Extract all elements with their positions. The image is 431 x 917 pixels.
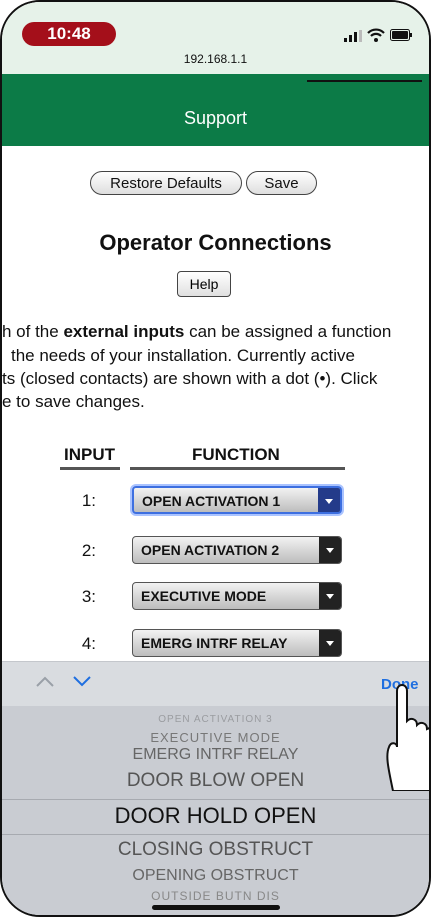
header-bar: Support [2,74,429,146]
signal-icon [344,30,362,42]
url-bar[interactable]: 192.168.1.1 [2,52,429,66]
home-indicator[interactable] [152,905,280,910]
input-number: 2: [81,541,96,560]
pointer-hand-icon [386,684,429,791]
dropdown-arrow-icon [319,630,341,656]
function-select-2[interactable]: OPEN ACTIVATION 2 [132,536,342,564]
status-bar: 10:48 192.168.1.1 [2,2,429,74]
page-title: Operator Connections [99,230,332,255]
restore-defaults-button[interactable]: Restore Defaults [90,171,242,195]
picker-item[interactable]: EMERG INTRF RELAY [2,746,429,764]
picker-item[interactable]: CLOSING OBSTRUCT [2,839,429,861]
save-button[interactable]: Save [246,171,317,195]
function-select-1[interactable]: OPEN ACTIVATION 1 [132,486,342,514]
input-number: 1: [81,491,96,510]
battery-icon [390,29,412,41]
picker-item[interactable]: OUTSIDE BUTN DIS [2,889,429,903]
help-button[interactable]: Help [177,271,231,297]
status-time: 10:48 [22,22,116,46]
dropdown-arrow-icon [319,583,341,609]
page-header-title: Support [183,108,248,128]
picker-item[interactable]: OPEN ACTIVATION 3 [2,714,429,723]
description-line-4: e to save changes. [2,392,145,411]
dropdown-arrow-icon [318,488,340,512]
description-line-3: ts (closed contacts) are shown with a do… [2,369,378,388]
column-header-input: INPUT [64,445,115,464]
column-rule-function [130,467,345,470]
function-select-3[interactable]: EXECUTIVE MODE [132,582,342,610]
picker-item[interactable]: EXECUTIVE MODE [2,730,429,745]
input-number: 4: [81,634,96,653]
phone-frame: 10:48 192.168.1.1 Support Restore Defaul… [0,0,431,917]
column-rule-input [60,467,120,470]
picker-item[interactable]: DOOR BLOW OPEN [2,770,429,792]
column-header-function: FUNCTION [192,445,280,464]
function-select-4[interactable]: EMERG INTRF RELAY [132,629,342,657]
picker-toolbar: Done [2,661,429,707]
header-divider [307,80,422,82]
select-value: EMERG INTRF RELAY [141,635,288,651]
picker-item[interactable]: OPENING OBSTRUCT [2,867,429,885]
chevron-down-icon[interactable] [72,674,92,688]
picker-item-selected[interactable]: DOOR HOLD OPEN [2,803,429,829]
dropdown-arrow-icon [319,537,341,563]
select-value: EXECUTIVE MODE [141,588,267,604]
description-line-2: the needs of your installation. Currentl… [11,346,355,365]
picker-wheel[interactable]: OPEN ACTIVATION 3 EXECUTIVE MODE EMERG I… [2,706,429,915]
wifi-icon [367,28,385,42]
chevron-up-icon[interactable] [35,674,55,688]
select-value: OPEN ACTIVATION 2 [141,542,280,558]
select-value: OPEN ACTIVATION 1 [142,493,281,509]
input-number: 3: [81,587,96,606]
description-line-1: h of the external inputs can be assigned… [2,322,392,341]
